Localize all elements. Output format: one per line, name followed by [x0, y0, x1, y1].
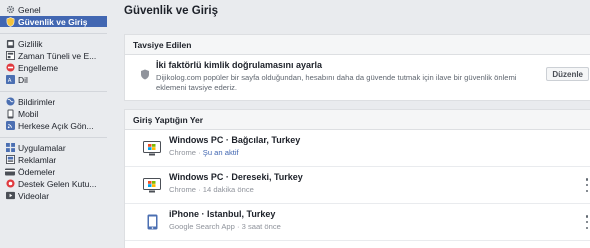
session-app: Chrome: [169, 148, 197, 157]
session-row[interactable]: Windows PC · Dereseki, Turkey Chrome · 1…: [125, 167, 590, 204]
sidebar-item-label: Mobil: [18, 108, 39, 119]
recommended-card: Tavsiye Edilen İki faktörlü kimlik doğru…: [124, 34, 590, 101]
sidebar-item-general[interactable]: Genel: [0, 4, 107, 15]
session-active-status: Şu an aktif: [202, 148, 239, 157]
sidebar-group-privacy: Gizlilik Zaman Tüneli ve E... Engelleme …: [0, 34, 107, 92]
sidebar-item-label: Bildirimler: [18, 96, 56, 107]
sidebar-item-notifications[interactable]: Bildirimler: [0, 96, 107, 107]
sidebar-group-apps: Uygulamalar Reklamlar Ödemeler Destek Ge…: [0, 138, 107, 207]
session-row[interactable]: iPhone · Istanbul, Turkey Google Search …: [125, 204, 590, 241]
sidebar-item-timeline[interactable]: Zaman Tüneli ve E...: [0, 50, 107, 61]
lock-icon: [5, 39, 15, 49]
sidebar-item-label: Gizlilik: [18, 38, 43, 49]
session-separator: ·: [196, 148, 203, 157]
sidebar-item-label: Dil: [18, 74, 28, 85]
sidebar-item-public-posts[interactable]: Herkese Açık Gön...: [0, 120, 107, 131]
recommended-header: Tavsiye Edilen: [125, 35, 590, 55]
ads-icon: [5, 155, 15, 165]
sidebar-item-label: Herkese Açık Gön...: [18, 120, 94, 131]
sidebar-item-label: Videolar: [18, 190, 50, 201]
gear-icon: [5, 5, 15, 15]
payment-icon: [5, 167, 15, 177]
session-app: Chrome: [169, 185, 197, 194]
sidebar-item-label: Ödemeler: [18, 166, 56, 177]
mobile-icon: [5, 109, 15, 119]
sidebar-group-notifications: Bildirimler Mobil Herkese Açık Gön...: [0, 92, 107, 138]
session-time: 3 saat önce: [241, 222, 281, 231]
where-logged-in-card: Giriş Yaptığın Yer Windows PC · Bağcılar…: [124, 109, 590, 248]
session-app: Google Search App: [169, 222, 235, 231]
timeline-icon: [5, 51, 15, 61]
sidebar-item-privacy[interactable]: Gizlilik: [0, 38, 107, 49]
sidebar-item-label: Destek Gelen Kutu...: [18, 178, 97, 189]
shield-icon: [140, 69, 150, 83]
two-factor-title: İki faktörlü kimlik doğrulamasını ayarla: [156, 60, 323, 70]
sidebar-item-label: Reklamlar: [18, 154, 57, 165]
sidebar-item-label: Güvenlik ve Giriş: [18, 16, 88, 27]
sidebar-item-blocking[interactable]: Engelleme: [0, 62, 107, 73]
sidebar-item-security-login[interactable]: Güvenlik ve Giriş: [0, 16, 107, 27]
sidebar-item-label: Zaman Tüneli ve E...: [18, 50, 97, 61]
globe-icon: [5, 97, 15, 107]
session-time: 14 dakika önce: [202, 185, 254, 194]
main-content: Güvenlik ve Giriş Tavsiye Edilen İki fak…: [114, 0, 590, 248]
desktop-icon: [143, 177, 161, 193]
session-separator: ·: [196, 185, 203, 194]
sidebar-item-label: Genel: [18, 4, 41, 15]
sidebar-group-account: Genel Güvenlik ve Giriş: [0, 0, 107, 34]
support-inbox-icon: [5, 179, 15, 189]
svg-text:A: A: [7, 78, 11, 84]
sidebar-item-apps[interactable]: Uygulamalar: [0, 142, 107, 153]
settings-sidebar: Genel Güvenlik ve Giriş Gizlilik Zaman T…: [0, 0, 110, 248]
two-factor-description: Dijikolog.com popüler bir sayfa olduğund…: [156, 73, 517, 92]
sidebar-item-label: Engelleme: [18, 62, 59, 73]
phone-icon: [143, 214, 161, 230]
session-row[interactable]: Windows PC · Bağcılar, Turkey Chrome · Ş…: [125, 130, 590, 167]
desktop-icon: [143, 140, 161, 156]
language-icon: A: [5, 75, 15, 85]
sidebar-item-mobile[interactable]: Mobil: [0, 108, 107, 119]
apps-icon: [5, 143, 15, 153]
session-meta: Google Search App · 3 saat önce: [169, 222, 281, 231]
session-meta: Chrome · Şu an aktif: [169, 148, 239, 157]
edit-two-factor-button[interactable]: Düzenle: [546, 67, 589, 81]
sidebar-item-label: Uygulamalar: [18, 142, 66, 153]
session-device: Windows PC · Bağcılar, Turkey: [169, 135, 301, 145]
session-device: Windows PC · Dereseki, Turkey: [169, 172, 303, 182]
sidebar-item-ads[interactable]: Reklamlar: [0, 154, 107, 165]
sidebar-item-support-inbox[interactable]: Destek Gelen Kutu...: [0, 178, 107, 189]
shield-icon: [5, 16, 15, 27]
more-options-icon[interactable]: [583, 178, 590, 192]
more-options-icon[interactable]: [583, 215, 590, 229]
rss-icon: [5, 121, 15, 131]
recommended-body: İki faktörlü kimlik doğrulamasını ayarla…: [125, 55, 590, 101]
where-logged-in-header: Giriş Yaptığın Yer: [125, 110, 590, 130]
sidebar-item-payments[interactable]: Ödemeler: [0, 166, 107, 177]
sidebar-item-videos[interactable]: Videolar: [0, 190, 107, 201]
session-meta: Chrome · 14 dakika önce: [169, 185, 254, 194]
block-icon: [5, 63, 15, 73]
page-title: Güvenlik ve Giriş: [124, 5, 218, 17]
session-separator: ·: [234, 222, 242, 231]
session-device: iPhone · Istanbul, Turkey: [169, 209, 276, 219]
sidebar-item-language[interactable]: A Dil: [0, 74, 107, 85]
video-icon: [5, 191, 15, 201]
